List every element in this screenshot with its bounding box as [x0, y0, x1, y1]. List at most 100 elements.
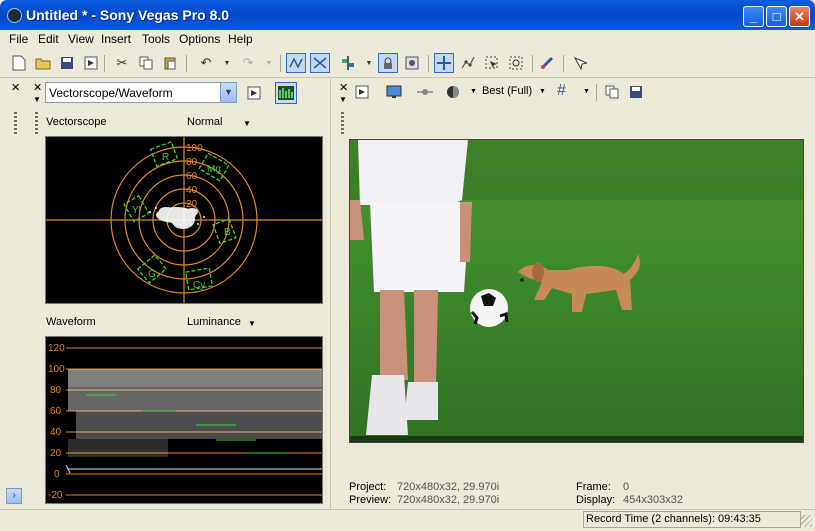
- dock-grip[interactable]: [14, 112, 17, 136]
- scopes-panel-grip[interactable]: [35, 112, 38, 136]
- maximize-button[interactable]: □: [766, 6, 787, 27]
- menu-tools[interactable]: Tools: [142, 32, 170, 46]
- chevron-down-icon[interactable]: ▼: [583, 88, 590, 95]
- waveform-mode-dropdown[interactable]: Luminance: [187, 316, 241, 328]
- update-scopes-icon[interactable]: [275, 82, 297, 104]
- chevron-down-icon[interactable]: ▼: [248, 319, 256, 328]
- toolbar-separator: [428, 55, 429, 72]
- menu-edit[interactable]: Edit: [38, 32, 59, 46]
- cut-icon[interactable]: ✂: [112, 53, 132, 73]
- target-label-yl: Yl: [132, 205, 141, 216]
- resize-grip[interactable]: [800, 515, 812, 527]
- open-folder-icon[interactable]: [33, 53, 53, 73]
- render-as-icon[interactable]: [81, 53, 101, 73]
- level-label-40: 40: [50, 427, 62, 438]
- vegas-app-icon[interactable]: [7, 8, 22, 23]
- lock-envelopes-icon[interactable]: [378, 53, 398, 73]
- vectorscope-mode-dropdown[interactable]: Normal: [187, 116, 222, 128]
- selection-tool-icon[interactable]: [482, 53, 502, 73]
- level-label-0: 0: [54, 469, 60, 480]
- minimize-button[interactable]: _: [743, 6, 764, 27]
- waveform-trace: [68, 369, 322, 457]
- target-label-cy: Cy: [193, 280, 205, 291]
- close-button[interactable]: ✕: [789, 6, 810, 27]
- toolbar-separator: [532, 55, 533, 72]
- toolbar-separator: [186, 55, 187, 72]
- chevron-down-icon[interactable]: ▼: [470, 88, 477, 95]
- menu-help[interactable]: Help: [228, 32, 253, 46]
- project-label: Project:: [349, 481, 387, 493]
- preview-fx-icon[interactable]: [415, 82, 435, 102]
- save-icon[interactable]: [57, 53, 77, 73]
- ring-label-100: 100: [186, 143, 203, 154]
- auto-crossfade-icon[interactable]: [310, 53, 330, 73]
- waveform-display: 120 100 80 60 40 20 0 -20: [45, 336, 323, 504]
- undo-icon[interactable]: ↶: [196, 53, 216, 73]
- toolbar-separator: [596, 84, 597, 101]
- level-label-100: 100: [48, 364, 65, 375]
- preview-toolbar: [338, 79, 815, 105]
- save-snapshot-icon[interactable]: [626, 82, 646, 102]
- scope-type-select[interactable]: Vectorscope/Waveform: [45, 82, 237, 103]
- record-time-status: Record Time (2 channels): 09:43:35: [583, 511, 801, 528]
- video-preview-toggle-icon[interactable]: [244, 83, 264, 103]
- vectorscope-graph: 100 80 60 40 20 R Mg B Cy G Yl: [46, 137, 322, 303]
- external-monitor-icon[interactable]: [384, 82, 404, 102]
- waveform-label: Waveform: [46, 316, 96, 328]
- level-label-80: 80: [50, 385, 62, 396]
- video-frame-image: [350, 140, 803, 442]
- chevron-down-icon[interactable]: ▼: [220, 83, 236, 102]
- waveform-graph: 120 100 80 60 40 20 0 -20: [48, 343, 322, 501]
- video-preview: [349, 139, 804, 443]
- vectorscope-label: Vectorscope: [46, 116, 107, 128]
- menu-insert[interactable]: Insert: [101, 32, 131, 46]
- preview-panel-grip[interactable]: [341, 112, 344, 136]
- level-label-minus-20: -20: [48, 490, 63, 501]
- envelope-tool-icon[interactable]: [458, 53, 478, 73]
- target-label-mg: Mg: [207, 164, 221, 175]
- level-label-60: 60: [50, 406, 62, 417]
- menu-options[interactable]: Options: [179, 32, 220, 46]
- redo-icon[interactable]: ↷: [238, 53, 258, 73]
- preview-quality-dropdown[interactable]: Best (Full): [482, 85, 532, 97]
- frame-value: 0: [623, 481, 630, 493]
- scopes-panel-menu-icon[interactable]: ▼: [33, 95, 41, 104]
- close-scopes-panel-icon[interactable]: ✕: [33, 81, 42, 94]
- normal-edit-tool-icon[interactable]: [434, 53, 454, 73]
- paste-icon[interactable]: [160, 53, 180, 73]
- preview-label: Preview:: [349, 494, 392, 506]
- display-label: Display:: [576, 494, 616, 506]
- overlays-grid-icon[interactable]: #: [557, 82, 566, 100]
- preview-panel-menu-icon[interactable]: ▼: [339, 95, 347, 104]
- properties-icon[interactable]: [538, 53, 558, 73]
- preview-properties-icon[interactable]: [352, 82, 372, 102]
- display-value: 454x303x32: [623, 494, 683, 506]
- undo-dropdown-icon[interactable]: ▼: [217, 53, 237, 73]
- chevron-down-icon[interactable]: ▼: [539, 88, 546, 95]
- panel-splitter[interactable]: [330, 79, 335, 509]
- vectorscope-trace: [149, 207, 205, 229]
- expand-panel-button[interactable]: ›: [6, 488, 22, 504]
- split-screen-view-icon[interactable]: [443, 82, 463, 102]
- new-project-icon[interactable]: [9, 53, 29, 73]
- zoom-tool-icon[interactable]: [506, 53, 526, 73]
- copy-snapshot-icon[interactable]: [602, 82, 622, 102]
- window-title: Untitled * - Sony Vegas Pro 8.0: [26, 7, 230, 23]
- menu-view[interactable]: View: [68, 32, 94, 46]
- close-preview-panel-icon[interactable]: ✕: [339, 81, 348, 94]
- menu-file[interactable]: File: [9, 32, 28, 46]
- ring-label-40: 40: [186, 185, 198, 196]
- ripple-edit-icon[interactable]: [286, 53, 306, 73]
- redo-dropdown-icon[interactable]: ▼: [259, 53, 279, 73]
- whats-this-help-icon[interactable]: [570, 53, 590, 73]
- level-label-20: 20: [50, 448, 62, 459]
- snapping-icon[interactable]: [338, 53, 358, 73]
- ignore-grouping-icon[interactable]: [402, 53, 422, 73]
- toolbar-separator: [280, 55, 281, 72]
- toolbar-separator: [563, 55, 564, 72]
- copy-icon[interactable]: [136, 53, 156, 73]
- target-label-b: B: [224, 227, 231, 238]
- close-panel-icon[interactable]: ✕: [11, 81, 20, 94]
- chevron-down-icon[interactable]: ▼: [243, 119, 251, 128]
- snapping-dropdown-icon[interactable]: ▼: [359, 53, 379, 73]
